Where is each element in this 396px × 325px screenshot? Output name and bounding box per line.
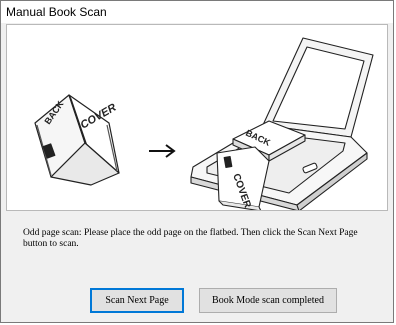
- manual-book-scan-dialog: Manual Book Scan BACK COVER BACK COVER O…: [0, 0, 394, 323]
- window-title: Manual Book Scan: [6, 5, 107, 19]
- instruction-text: Odd page scan: Please place the odd page…: [23, 228, 358, 249]
- book-scan-illustration: BACK COVER BACK COVER: [6, 24, 388, 212]
- scan-next-page-button[interactable]: Scan Next Page: [90, 288, 184, 313]
- book-mode-completed-button[interactable]: Book Mode scan completed: [199, 288, 337, 313]
- title-bar: Manual Book Scan: [1, 1, 393, 23]
- right-arrow-icon: [149, 144, 176, 158]
- flatbed-scanner-icon: BACK COVER: [190, 37, 374, 212]
- open-book-icon: BACK COVER: [34, 94, 120, 186]
- book-scan-illustration-graphic: BACK COVER BACK COVER: [34, 37, 374, 212]
